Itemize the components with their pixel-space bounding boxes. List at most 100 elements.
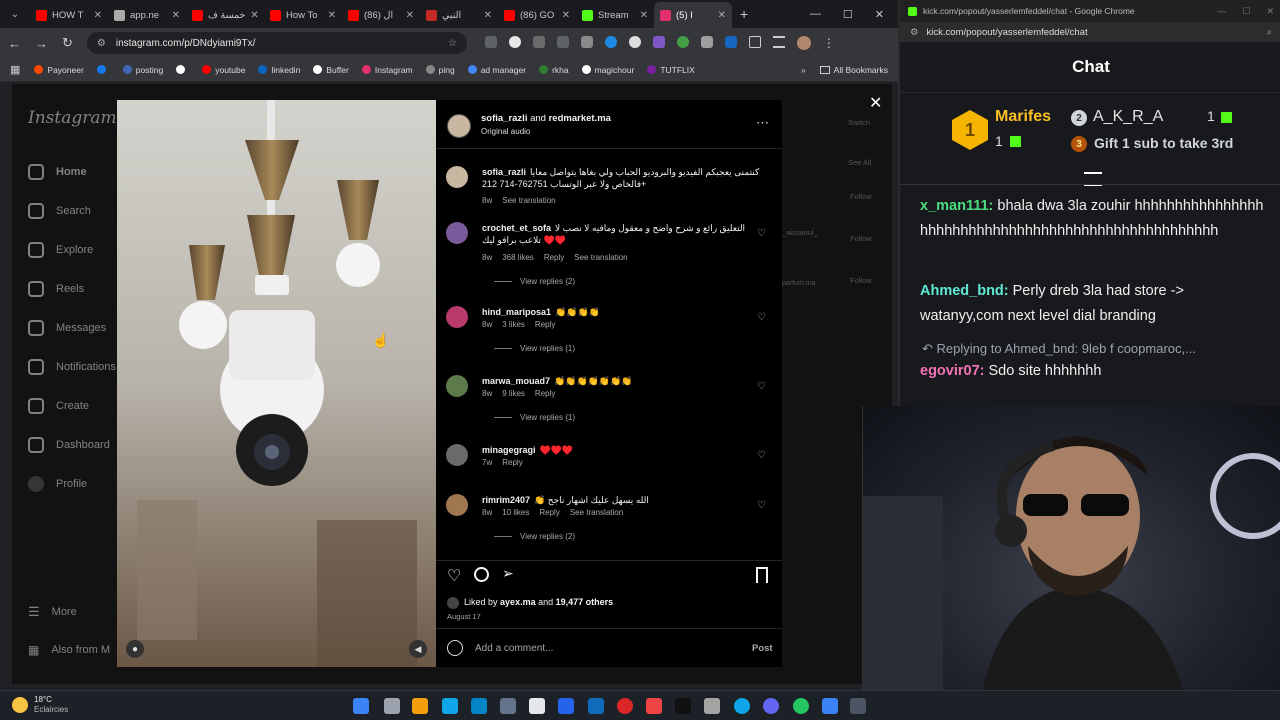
bookmark-item[interactable]: ping: [425, 65, 455, 75]
tab-close-icon[interactable]: ✕: [640, 10, 648, 21]
bookmark-item[interactable]: magichour: [581, 65, 634, 75]
post-video[interactable]: ● ◀: [117, 100, 436, 667]
tab-close-icon[interactable]: ✕: [406, 10, 414, 21]
avatar[interactable]: [446, 222, 468, 244]
bookmark-item[interactable]: TUTFLIX: [647, 65, 695, 75]
bookmark-item[interactable]: ad manager: [467, 65, 526, 75]
browser-tab[interactable]: How To ✕: [264, 2, 342, 28]
reply-link[interactable]: Reply: [535, 389, 555, 398]
browser-tab[interactable]: app.ne ✕: [108, 2, 186, 28]
extension-icon[interactable]: [508, 36, 521, 48]
avatar[interactable]: [446, 166, 468, 188]
all-bookmarks-link[interactable]: All Bookmarks: [819, 65, 888, 75]
like-count[interactable]: 3 likes: [502, 320, 525, 329]
comment-username[interactable]: rimrim2407: [482, 495, 530, 505]
back-icon[interactable]: ←: [8, 36, 21, 51]
extension-icon[interactable]: [652, 36, 665, 48]
app-icon[interactable]: [704, 698, 720, 714]
comment-like-icon[interactable]: ♡: [757, 228, 766, 239]
extension-icon[interactable]: [676, 36, 689, 48]
comment-like-icon[interactable]: ♡: [757, 312, 766, 323]
task-view-icon[interactable]: [384, 698, 400, 714]
extension-icon[interactable]: [484, 36, 497, 48]
bookmark-item[interactable]: youtube: [202, 65, 245, 75]
view-replies-button[interactable]: View replies (1): [494, 344, 575, 353]
bookmark-item[interactable]: Buffer: [313, 65, 349, 75]
bookmark-item[interactable]: Payoneer: [34, 65, 84, 75]
whatsapp-icon[interactable]: [793, 698, 809, 714]
extension-icon[interactable]: [604, 36, 617, 48]
sidebar-item-dashboard[interactable]: Dashboard: [28, 437, 110, 453]
extensions-puzzle-icon[interactable]: [748, 36, 761, 48]
like-count[interactable]: 10 likes: [502, 508, 529, 517]
comment-username[interactable]: marwa_mouad7: [482, 376, 550, 386]
tab-close-icon[interactable]: ✕: [172, 10, 180, 21]
tab-strip-icon[interactable]: [772, 36, 785, 48]
post-comment-button[interactable]: Post: [752, 643, 773, 654]
app-icon[interactable]: [763, 698, 779, 714]
view-replies-button[interactable]: View replies (2): [494, 532, 575, 541]
weather-temp[interactable]: 18°C: [34, 695, 52, 704]
browser-tab[interactable]: (5) I ✕: [654, 2, 732, 28]
sidebar-item-reels[interactable]: Reels: [28, 281, 84, 297]
extension-icon[interactable]: [724, 36, 737, 48]
extension-icon[interactable]: [700, 36, 713, 48]
sidebar-item-also-from-meta[interactable]: ▦ Also from M: [28, 643, 110, 657]
outlook-icon[interactable]: [588, 698, 604, 714]
comment-like-icon[interactable]: ♡: [757, 450, 766, 461]
chat-username[interactable]: egovir07:: [920, 363, 984, 379]
sidebar-item-search[interactable]: Search: [28, 203, 91, 219]
avatar[interactable]: [446, 375, 468, 397]
close-window-icon[interactable]: ✕: [1266, 6, 1274, 17]
app-icon[interactable]: [412, 698, 428, 714]
app-icon[interactable]: [646, 698, 662, 714]
top-gifter-1-name[interactable]: Marifes: [995, 108, 1051, 126]
app-icon[interactable]: [822, 698, 838, 714]
view-replies-button[interactable]: View replies (2): [494, 277, 575, 286]
browser-tab[interactable]: Stream ✕: [576, 2, 654, 28]
comment-like-icon[interactable]: ♡: [757, 381, 766, 392]
browser-tab[interactable]: خمسة ف ✕: [186, 2, 264, 28]
sidebar-item-profile[interactable]: Profile: [28, 476, 87, 492]
tab-close-icon[interactable]: ✕: [250, 10, 258, 21]
bookmark-item[interactable]: linkedin: [258, 65, 300, 75]
view-replies-button[interactable]: View replies (1): [494, 413, 575, 422]
extension-icon[interactable]: [580, 36, 593, 48]
comment-username[interactable]: hind_mariposa1: [482, 307, 551, 317]
file-explorer-icon[interactable]: [529, 698, 545, 714]
bookmark-item[interactable]: Instagram: [361, 65, 413, 75]
like-count[interactable]: 9 likes: [502, 389, 525, 398]
bookmarks-overflow-icon[interactable]: »: [801, 65, 806, 75]
sidebar-item-messages[interactable]: Messages: [28, 320, 106, 336]
bookmark-item[interactable]: [96, 65, 110, 75]
edge-icon[interactable]: [558, 698, 574, 714]
bookmark-item[interactable]: [176, 65, 189, 75]
reply-link[interactable]: Reply: [535, 320, 555, 329]
tab-close-icon[interactable]: ✕: [328, 10, 336, 21]
close-modal-icon[interactable]: ✕: [869, 93, 882, 113]
tab-close-icon[interactable]: ✕: [562, 10, 570, 21]
chat-username[interactable]: Ahmed_bnd:: [920, 283, 1009, 299]
top-gifter-2-name[interactable]: A_K_R_A: [1093, 108, 1163, 126]
comment-username[interactable]: crochet_et_sofa: [482, 223, 551, 233]
opera-icon[interactable]: [617, 698, 633, 714]
see-translation-link[interactable]: See translation: [570, 508, 623, 517]
avatar[interactable]: [446, 306, 468, 328]
extension-icon[interactable]: [556, 36, 569, 48]
tagged-user-icon[interactable]: ●: [126, 640, 144, 658]
weather-icon[interactable]: [12, 697, 28, 713]
see-translation-link[interactable]: See translation: [502, 196, 555, 205]
reply-reference[interactable]: ↶ Replying to Ahmed_bnd: 9leb f coopmaro…: [922, 341, 1196, 357]
like-count[interactable]: 368 likes: [502, 253, 534, 262]
browser-tab[interactable]: (86) GO ✕: [498, 2, 576, 28]
emoji-icon[interactable]: [447, 640, 463, 656]
maximize-icon[interactable]: ☐: [843, 8, 853, 21]
like-icon[interactable]: ♡: [447, 566, 461, 586]
app-icon[interactable]: [500, 698, 516, 714]
maximize-icon[interactable]: ☐: [1242, 6, 1250, 17]
sidebar-item-notifications[interactable]: Notifications: [28, 359, 116, 375]
site-info-icon[interactable]: ⚙: [910, 27, 919, 38]
extension-icon[interactable]: [628, 36, 641, 48]
audio-label[interactable]: Original audio: [481, 127, 530, 136]
telegram-icon[interactable]: [734, 698, 750, 714]
